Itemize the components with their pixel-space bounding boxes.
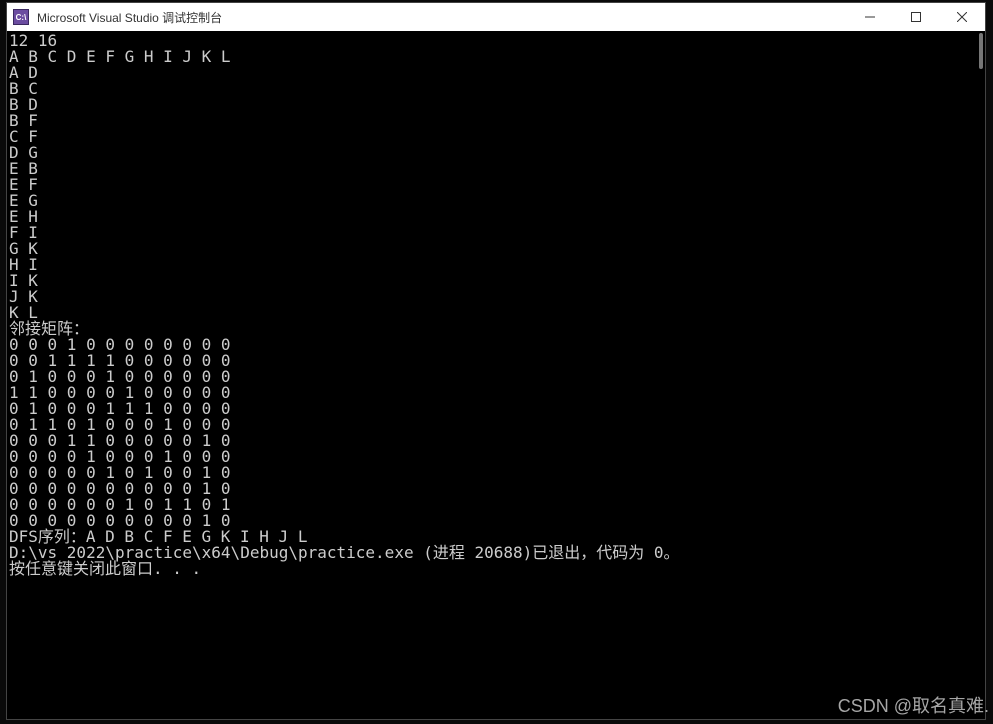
console-body: 12 16 A B C D E F G H I J K L A D B C B … [7, 31, 985, 719]
watermark-text: CSDN @取名真难. [838, 692, 989, 718]
window-controls [847, 3, 985, 31]
console-output[interactable]: 12 16 A B C D E F G H I J K L A D B C B … [7, 31, 969, 719]
vertical-scrollbar[interactable] [969, 31, 985, 719]
app-icon: C:\ [13, 9, 29, 25]
titlebar: C:\ Microsoft Visual Studio 调试控制台 [7, 3, 985, 31]
minimize-button[interactable] [847, 3, 893, 31]
close-button[interactable] [939, 3, 985, 31]
console-window: C:\ Microsoft Visual Studio 调试控制台 12 16 … [6, 2, 986, 720]
maximize-button[interactable] [893, 3, 939, 31]
scrollbar-thumb[interactable] [979, 33, 983, 69]
window-title: Microsoft Visual Studio 调试控制台 [37, 9, 847, 26]
